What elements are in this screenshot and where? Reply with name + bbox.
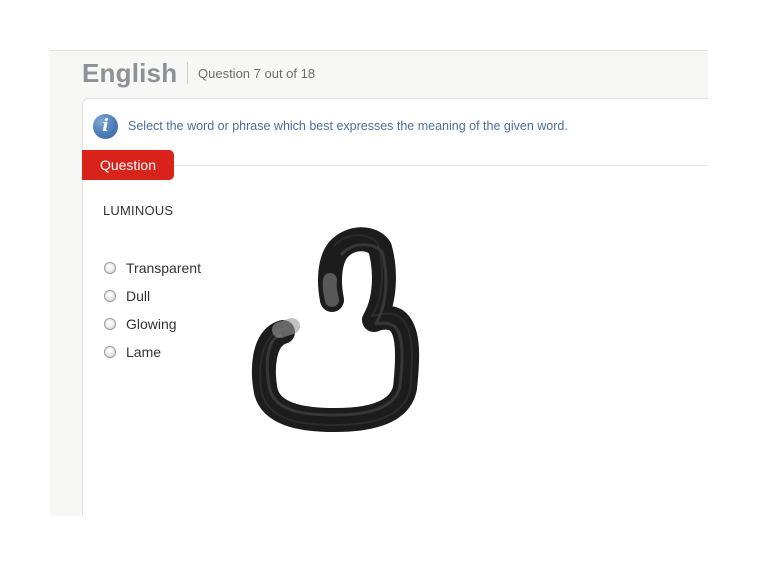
subject-title: English (82, 58, 178, 88)
header-divider (187, 62, 188, 84)
option-glowing[interactable]: Glowing (104, 315, 177, 333)
radio-button[interactable] (104, 346, 116, 358)
tab-question[interactable]: Question (82, 150, 174, 180)
option-label: Dull (126, 288, 151, 304)
radio-button[interactable] (104, 290, 116, 302)
option-dull[interactable]: Dull (104, 287, 150, 305)
instruction-text: Select the word or phrase which best exp… (128, 119, 568, 133)
question-counter: Question 7 out of 18 (198, 66, 316, 81)
radio-button[interactable] (104, 318, 116, 330)
question-word: LUMINOUS (103, 203, 174, 218)
screen: English Question 7 out of 18 i Select th… (0, 0, 758, 565)
question-card (82, 98, 709, 516)
option-label: Lame (126, 344, 162, 360)
option-lame[interactable]: Lame (104, 343, 161, 361)
option-transparent[interactable]: Transparent (104, 259, 201, 277)
option-label: Glowing (126, 316, 177, 332)
option-label: Transparent (126, 260, 201, 276)
info-icon: i (93, 114, 118, 139)
card-divider (82, 165, 708, 166)
radio-button[interactable] (104, 262, 116, 274)
